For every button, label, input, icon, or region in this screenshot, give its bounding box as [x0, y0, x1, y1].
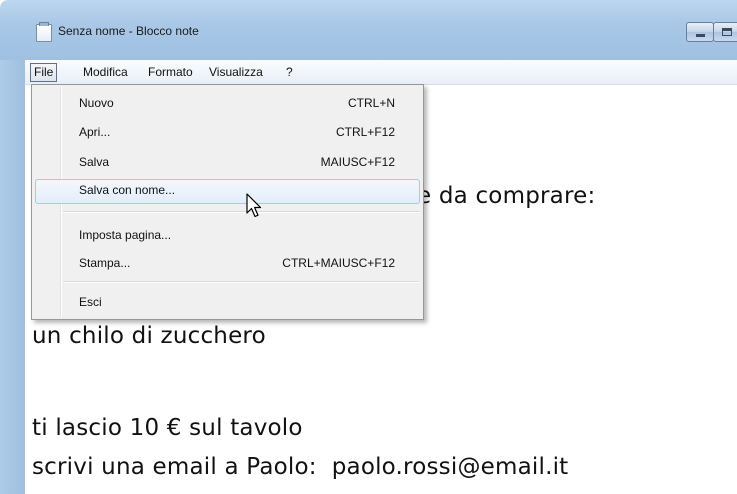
menu-item-shortcut: CTRL+F12 [335, 125, 395, 139]
document-line: ti lascio 10 € sul tavolo [32, 415, 303, 441]
document-line: e da comprare: [417, 183, 596, 209]
window-title: Senza nome - Blocco note [58, 24, 199, 38]
menu-item-label: Salva [79, 155, 110, 169]
menu-item-salva-con-nome[interactable]: Salva con nome... [35, 179, 420, 204]
notepad-icon[interactable] [36, 22, 52, 42]
minimize-icon [696, 34, 705, 37]
menu-item-label: Stampa... [79, 256, 131, 270]
menu-item-nuovo[interactable]: Nuovo CTRL+N [35, 92, 420, 114]
menu-item-shortcut: CTRL+MAIUSC+F12 [282, 256, 395, 270]
menu-bar: File Modifica Formato Visualizza ? [25, 60, 737, 85]
caption-buttons [686, 22, 737, 42]
menu-help[interactable]: ? [282, 64, 297, 81]
notepad-window: Senza nome - Blocco note File Modifica F… [0, 0, 737, 494]
menu-item-label: Nuovo [79, 96, 114, 110]
menu-item-salva[interactable]: Salva MAIUSC+F12 [35, 151, 420, 173]
menu-visualizza[interactable]: Visualizza [205, 64, 267, 81]
menu-item-esci[interactable]: Esci [35, 291, 420, 313]
menu-separator [63, 211, 419, 213]
menu-item-label: Imposta pagina... [79, 228, 172, 242]
menu-item-label: Esci [79, 295, 102, 309]
document-line: scrivi una email a Paolo: paolo.rossi@em… [32, 454, 569, 480]
menu-modifica[interactable]: Modifica [79, 64, 132, 81]
title-bar[interactable]: Senza nome - Blocco note [0, 0, 737, 60]
menu-item-label: Apri... [79, 125, 111, 139]
menu-item-apri[interactable]: Apri... CTRL+F12 [35, 121, 420, 143]
menu-item-shortcut: MAIUSC+F12 [320, 155, 395, 169]
mouse-pointer-icon [246, 193, 262, 218]
menu-item-shortcut: CTRL+N [347, 96, 395, 110]
menu-formato[interactable]: Formato [144, 64, 197, 81]
menu-item-stampa[interactable]: Stampa... CTRL+MAIUSC+F12 [35, 252, 420, 274]
document-line: un chilo di zucchero [32, 323, 266, 349]
menu-item-imposta-pagina[interactable]: Imposta pagina... [35, 224, 420, 246]
minimize-button[interactable] [686, 22, 714, 42]
window-frame-left [0, 60, 25, 494]
menu-file[interactable]: File [30, 63, 58, 82]
maximize-button[interactable] [713, 22, 737, 42]
file-menu-dropdown: Nuovo CTRL+N Apri... CTRL+F12 Salva MAIU… [31, 84, 424, 320]
maximize-icon [722, 28, 732, 36]
menu-item-label: Salva con nome... [79, 183, 176, 197]
menu-separator [63, 281, 419, 283]
